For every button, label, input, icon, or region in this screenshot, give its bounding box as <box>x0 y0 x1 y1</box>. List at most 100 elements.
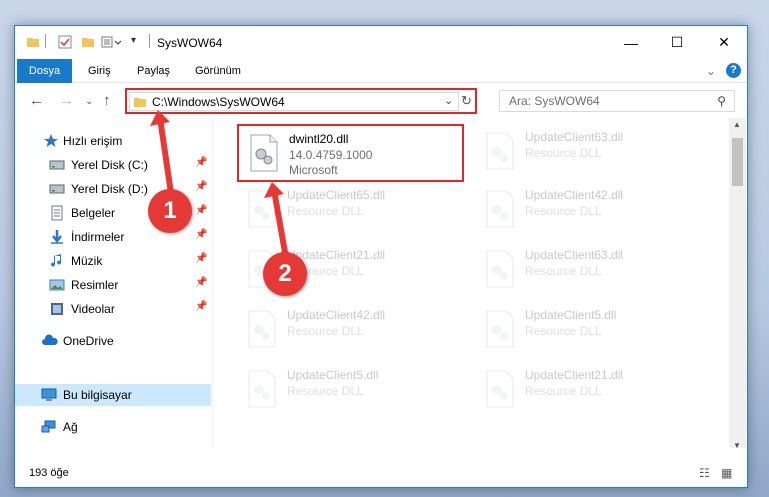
documents-icon <box>49 205 65 221</box>
sidebar-item-label: İndirmeler <box>71 230 125 244</box>
tab-gorunum[interactable]: Görünüm <box>195 59 241 83</box>
pin-icon[interactable]: 📌 <box>195 229 207 240</box>
file-name: dwintl20.dll <box>289 132 349 146</box>
computer-icon <box>41 387 57 403</box>
drive-icon <box>49 181 65 197</box>
file-item[interactable]: UpdateClient65.dll Resource DLL <box>237 182 459 240</box>
tab-dosya[interactable]: Dosya <box>17 59 72 83</box>
scroll-thumb[interactable] <box>732 138 743 186</box>
file-item[interactable]: UpdateClient21.dll Resource DLL <box>475 362 697 420</box>
customize-toolbar-icon[interactable] <box>101 35 123 51</box>
search-placeholder: Ara: SysWOW64 <box>509 94 600 108</box>
title-bar: ▾ SysWOW64 — ☐ ✕ <box>15 26 747 59</box>
address-bar[interactable]: C:\Windows\SysWOW64 ⌄ <box>129 92 459 111</box>
tab-giris[interactable]: Giriş <box>88 59 111 83</box>
sidebar-item-onedrive[interactable]: OneDrive <box>15 330 211 352</box>
file-company: Microsoft <box>289 163 338 177</box>
file-name: UpdateClient5.dll <box>525 308 617 322</box>
file-item[interactable]: UpdateClient42.dll Resource DLL <box>237 302 459 360</box>
sidebar-item-music[interactable]: Müzik 📌 <box>15 250 211 272</box>
scroll-up-icon[interactable]: ▲ <box>733 120 741 129</box>
dll-file-icon <box>485 310 515 348</box>
file-name: UpdateClient63.dll <box>525 248 624 262</box>
file-item[interactable]: UpdateClient42.dll Resource DLL <box>475 182 697 240</box>
maximize-button[interactable]: ☐ <box>654 26 700 59</box>
refresh-icon[interactable]: ↻ <box>461 93 472 109</box>
pin-icon[interactable]: 📌 <box>195 181 207 192</box>
sidebar-item-this-pc[interactable]: Bu bilgisayar <box>15 384 211 406</box>
music-icon <box>49 253 65 269</box>
sidebar-item-label: Videolar <box>71 302 115 316</box>
navigation-bar: ← → ⌄ ↑ C:\Windows\SysWOW64 ⌄ ↻ Ara: Sys… <box>15 84 747 118</box>
file-type: Resource DLL <box>525 204 602 218</box>
window-title: SysWOW64 <box>157 36 223 50</box>
sidebar-item-label: Hızlı erişim <box>63 134 123 148</box>
dll-file-icon <box>247 310 277 348</box>
vertical-scrollbar[interactable]: ▲ ▼ <box>729 118 746 450</box>
sidebar-item-label: Belgeler <box>71 206 116 220</box>
sidebar-item-label: Bu bilgisayar <box>63 388 132 402</box>
forward-arrow-icon[interactable]: → <box>59 92 74 109</box>
sidebar-item-label: Resimler <box>71 278 119 292</box>
sidebar-item-label: OneDrive <box>63 334 114 348</box>
dll-file-icon <box>485 250 515 288</box>
dll-file-icon <box>485 370 515 408</box>
file-type: Resource DLL <box>525 324 602 338</box>
network-icon <box>41 419 57 435</box>
folder-icon <box>26 35 40 51</box>
file-item[interactable]: UpdateClient63.dll Resource DLL <box>475 124 697 182</box>
folder-icon <box>133 95 147 112</box>
file-name: UpdateClient65.dll <box>287 188 386 202</box>
sidebar-item-pictures[interactable]: Resimler 📌 <box>15 274 211 296</box>
up-arrow-icon[interactable]: ↑ <box>103 92 111 109</box>
videos-icon <box>49 301 65 317</box>
sidebar-item-quick-access[interactable]: Hızlı erişim <box>15 130 211 152</box>
dll-file-icon <box>249 134 279 172</box>
sidebar-item-network[interactable]: Ağ <box>15 416 211 438</box>
properties-icon[interactable] <box>58 35 72 51</box>
file-item[interactable]: UpdateClient5.dll Resource DLL <box>475 302 697 360</box>
file-type: Resource DLL <box>525 384 602 398</box>
expand-ribbon-icon[interactable]: ⌄ <box>706 59 716 83</box>
pin-icon[interactable]: 📌 <box>195 277 207 288</box>
toolbar-separator <box>45 34 46 48</box>
dll-file-icon <box>485 132 515 170</box>
file-type: Resource DLL <box>287 204 364 218</box>
star-icon <box>43 133 59 149</box>
file-name: UpdateClient63.dll <box>525 130 624 144</box>
sidebar-item-label: Yerel Disk (D:) <box>71 182 148 196</box>
recent-locations-icon[interactable]: ⌄ <box>85 96 93 107</box>
details-view-icon[interactable]: ☷ <box>699 466 710 480</box>
tab-paylas[interactable]: Paylaş <box>137 59 170 83</box>
back-arrow-icon[interactable]: ← <box>29 92 44 109</box>
large-icons-view-icon[interactable]: ▦ <box>721 466 732 480</box>
download-icon <box>49 229 65 245</box>
pin-icon[interactable]: 📌 <box>195 301 207 312</box>
sidebar-item-disk-c[interactable]: Yerel Disk (C:) 📌 <box>15 154 211 176</box>
address-dropdown-icon[interactable]: ⌄ <box>444 94 453 107</box>
sidebar-item-videos[interactable]: Videolar 📌 <box>15 298 211 320</box>
close-button[interactable]: ✕ <box>701 26 747 59</box>
address-bar-highlight: C:\Windows\SysWOW64 ⌄ ↻ <box>125 88 477 114</box>
scroll-down-icon[interactable]: ▼ <box>733 441 741 450</box>
sidebar-item-label: Ağ <box>63 420 78 434</box>
dropdown-arrow-icon[interactable]: ▾ <box>131 35 136 51</box>
minimize-button[interactable]: — <box>608 26 654 59</box>
drive-icon <box>49 157 65 173</box>
pin-icon[interactable]: 📌 <box>195 205 207 216</box>
sidebar-item-label: Yerel Disk (C:) <box>71 158 148 172</box>
step-marker-2: 2 <box>263 252 307 296</box>
pin-icon[interactable]: 📌 <box>195 157 207 168</box>
search-input[interactable]: Ara: SysWOW64 ⚲ <box>499 90 735 112</box>
dll-file-icon <box>247 190 277 228</box>
file-item-highlighted[interactable]: dwintl20.dll 14.0.4759.1000 Microsoft <box>237 124 464 182</box>
new-folder-icon[interactable] <box>81 35 95 51</box>
dll-file-icon <box>247 370 277 408</box>
file-item[interactable]: UpdateClient63.dll Resource DLL <box>475 242 697 300</box>
pin-icon[interactable]: 📌 <box>195 253 207 264</box>
file-name: UpdateClient21.dll <box>525 368 624 382</box>
file-item[interactable]: UpdateClient5.dll Resource DLL <box>237 362 459 420</box>
ribbon: Dosya Giriş Paylaş Görünüm ⌄ ? <box>15 59 747 83</box>
help-icon[interactable]: ? <box>726 63 741 78</box>
step-marker-1: 1 <box>148 189 192 233</box>
